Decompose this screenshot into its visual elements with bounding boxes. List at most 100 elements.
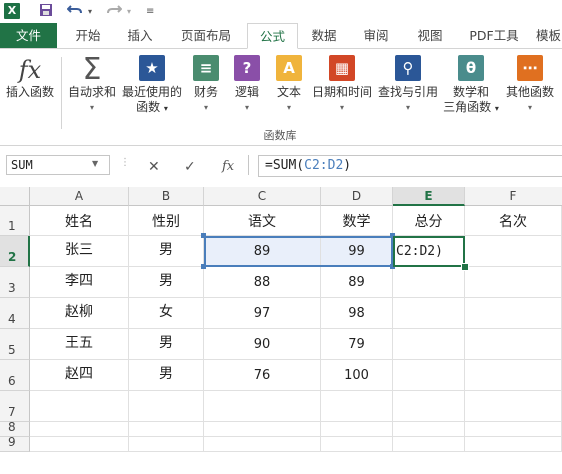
text-button[interactable]: A 文本 ▾ [271, 55, 307, 115]
cell-a2[interactable]: 张三 [30, 236, 129, 267]
cell-a5[interactable]: 王五 [30, 329, 129, 360]
range-handle[interactable] [390, 233, 395, 238]
enter-check-icon[interactable]: ✓ [184, 159, 196, 175]
cell-d2[interactable]: 99 [321, 236, 393, 267]
customize-toolbar-icon[interactable]: ≡ [146, 3, 154, 20]
save-icon[interactable] [39, 3, 53, 22]
cell-a7[interactable] [30, 391, 129, 422]
cell-d1[interactable]: 数学 [321, 206, 393, 236]
column-header-d[interactable]: D [321, 187, 393, 206]
tab-view[interactable]: 视图 [408, 23, 452, 48]
cell-f5[interactable] [465, 329, 562, 360]
cell-c7[interactable] [204, 391, 321, 422]
column-header-e[interactable]: E [393, 187, 465, 206]
cell-c2[interactable]: 89 [204, 236, 321, 267]
autosum-button[interactable]: Σ 自动求和 ▾ [64, 55, 120, 115]
tab-page-layout[interactable]: 页面布局 [170, 23, 242, 48]
cancel-icon[interactable]: ✕ [148, 159, 160, 175]
row-header-9[interactable]: 9 [0, 435, 30, 452]
cell-b4[interactable]: 女 [129, 298, 204, 329]
range-handle[interactable] [201, 233, 206, 238]
column-header-b[interactable]: B [129, 187, 204, 206]
cell-b6[interactable]: 男 [129, 360, 204, 391]
cell-e2[interactable]: C2:D2) [393, 236, 465, 267]
undo-icon[interactable] [66, 3, 83, 22]
cell-e1[interactable]: 总分 [393, 206, 465, 236]
cell-c4[interactable]: 97 [204, 298, 321, 329]
cell-b9[interactable] [129, 437, 204, 452]
name-box-dropdown-icon[interactable]: ▼ [92, 159, 98, 168]
worksheet-grid[interactable]: A B C D E F 1 姓名 性别 语文 数学 总分 名次 2 张三男 89 99 C2:D2) 3 李四男 88 8… [0, 187, 562, 474]
tab-review[interactable]: 审阅 [354, 23, 398, 48]
cell-a4[interactable]: 赵柳 [30, 298, 129, 329]
fill-handle[interactable] [461, 263, 469, 271]
cell-b3[interactable]: 男 [129, 267, 204, 298]
cell-c5[interactable]: 90 [204, 329, 321, 360]
row-header-6[interactable]: 6 [0, 360, 30, 391]
cell-e3[interactable] [393, 267, 465, 298]
cell-d4[interactable]: 98 [321, 298, 393, 329]
tab-insert[interactable]: 插入 [116, 23, 164, 48]
cell-f9[interactable] [465, 437, 562, 452]
redo-icon[interactable] [106, 3, 123, 22]
date-time-button[interactable]: ▦ 日期和时间 ▾ [310, 55, 374, 115]
cell-f7[interactable] [465, 391, 562, 422]
tab-formulas[interactable]: 公式 [247, 23, 298, 49]
column-header-c[interactable]: C [204, 187, 321, 206]
select-all-corner[interactable] [0, 187, 30, 206]
cell-f8[interactable] [465, 422, 562, 437]
math-trig-button[interactable]: θ 数学和 三角函数 ▾ [440, 55, 502, 116]
cell-c9[interactable] [204, 437, 321, 452]
logical-button[interactable]: ? 逻辑 ▾ [229, 55, 265, 115]
row-header-5[interactable]: 5 [0, 329, 30, 360]
cell-e4[interactable] [393, 298, 465, 329]
cell-d3[interactable]: 89 [321, 267, 393, 298]
cell-d8[interactable] [321, 422, 393, 437]
cell-b1[interactable]: 性别 [129, 206, 204, 236]
cell-b8[interactable] [129, 422, 204, 437]
cell-b5[interactable]: 男 [129, 329, 204, 360]
row-header-1[interactable]: 1 [0, 206, 30, 236]
cell-f6[interactable] [465, 360, 562, 391]
cell-d5[interactable]: 79 [321, 329, 393, 360]
undo-dropdown-icon[interactable]: ▾ [88, 3, 92, 20]
cell-f2[interactable] [465, 236, 562, 267]
cell-a6[interactable]: 赵四 [30, 360, 129, 391]
cell-e5[interactable] [393, 329, 465, 360]
cell-a1[interactable]: 姓名 [30, 206, 129, 236]
cell-f4[interactable] [465, 298, 562, 329]
cell-b7[interactable] [129, 391, 204, 422]
cell-e9[interactable] [393, 437, 465, 452]
cell-c1[interactable]: 语文 [204, 206, 321, 236]
redo-dropdown-icon[interactable]: ▾ [127, 3, 131, 20]
tab-file[interactable]: 文件 [0, 23, 57, 48]
row-header-3[interactable]: 3 [0, 267, 30, 298]
cell-b2[interactable]: 男 [129, 236, 204, 267]
formula-input[interactable]: =SUM(C2:D2) [258, 155, 562, 177]
lookup-reference-button[interactable]: ⚲ 查找与引用 ▾ [376, 55, 440, 115]
range-handle[interactable] [390, 264, 395, 269]
cell-a8[interactable] [30, 422, 129, 437]
recently-used-button[interactable]: ★ 最近使用的 函数 ▾ [120, 55, 184, 116]
row-header-2[interactable]: 2 [0, 236, 30, 267]
cell-c8[interactable] [204, 422, 321, 437]
tab-home[interactable]: 开始 [64, 23, 112, 48]
cell-a3[interactable]: 李四 [30, 267, 129, 298]
row-header-7[interactable]: 7 [0, 391, 30, 422]
insert-function-button[interactable]: fx 插入函数 [2, 55, 58, 100]
cell-e6[interactable] [393, 360, 465, 391]
column-header-a[interactable]: A [30, 187, 129, 206]
insert-function-fx-icon[interactable]: fx [222, 159, 234, 174]
cell-a9[interactable] [30, 437, 129, 452]
financial-button[interactable]: ≡ 财务 ▾ [188, 55, 224, 115]
column-header-partial[interactable] [535, 187, 562, 206]
tab-templates[interactable]: 模板 [536, 23, 562, 48]
cell-f1[interactable]: 名次 [465, 206, 562, 236]
cell-d7[interactable] [321, 391, 393, 422]
range-handle[interactable] [201, 264, 206, 269]
cell-e8[interactable] [393, 422, 465, 437]
row-header-4[interactable]: 4 [0, 298, 30, 329]
cell-d9[interactable] [321, 437, 393, 452]
more-functions-button[interactable]: ⋯ 其他函数 ▾ [502, 55, 558, 115]
cell-d6[interactable]: 100 [321, 360, 393, 391]
